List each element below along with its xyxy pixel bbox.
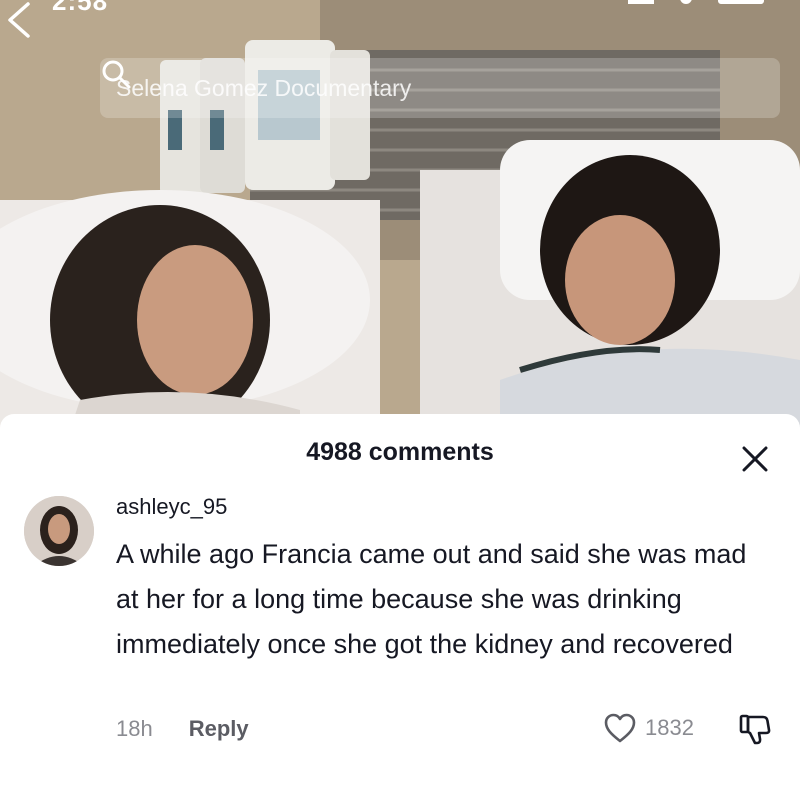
comments-sheet: 4988 comments ashleyc_95 A while ago Fra… bbox=[0, 414, 800, 785]
comment-username[interactable]: ashleyc_95 bbox=[116, 494, 227, 520]
status-icons bbox=[628, 0, 764, 4]
back-chevron-icon[interactable] bbox=[0, 0, 40, 40]
reply-button[interactable]: Reply bbox=[189, 716, 249, 742]
comment-time: 18h bbox=[116, 716, 153, 741]
search-query: Selena Gomez Documentary bbox=[116, 74, 412, 101]
comments-count-title: 4988 comments bbox=[306, 438, 494, 466]
search-bar[interactable]: Selena Gomez Documentary bbox=[100, 58, 780, 118]
comment-meta: 18h Reply bbox=[116, 716, 249, 742]
thumbs-down-icon[interactable] bbox=[738, 712, 772, 746]
avatar-image bbox=[24, 496, 94, 566]
avatar[interactable] bbox=[24, 496, 94, 566]
wifi-icon bbox=[680, 0, 692, 4]
signal-icon bbox=[628, 0, 654, 4]
close-icon[interactable] bbox=[740, 444, 770, 474]
status-time: 2:58 bbox=[52, 0, 109, 16]
comment-text: A while ago Francia came out and said sh… bbox=[116, 539, 747, 659]
like-count: 1832 bbox=[645, 715, 694, 740]
battery-icon bbox=[718, 0, 764, 4]
heart-outline-icon bbox=[604, 713, 636, 743]
like-button[interactable]: 1832 bbox=[603, 712, 694, 744]
video-background[interactable]: 2:58 Selena Gomez Documentary bbox=[0, 0, 800, 430]
